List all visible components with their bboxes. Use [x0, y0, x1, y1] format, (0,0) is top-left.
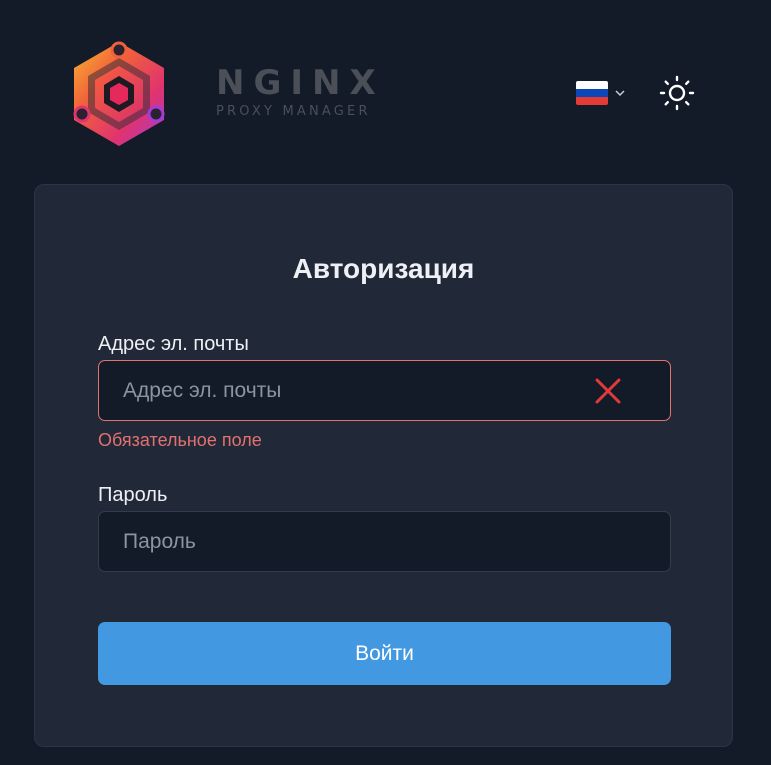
chevron-down-icon — [615, 90, 625, 97]
password-field-wrapper — [98, 511, 671, 572]
email-field-wrapper — [98, 360, 671, 421]
logo-title: NGINX — [216, 63, 385, 103]
logo: NGINX PROXY MANAGER — [70, 40, 390, 150]
login-title: Авторизация — [292, 253, 475, 284]
nginx-proxy-manager-logo-icon — [73, 41, 165, 146]
password-field[interactable] — [123, 512, 583, 571]
login-card: Авторизация Адрес эл. почты Обязательное… — [34, 184, 733, 747]
sun-icon[interactable] — [658, 74, 696, 112]
email-label: Адрес эл. почты — [98, 333, 249, 355]
language-selector[interactable] — [576, 80, 628, 106]
logo-wordmark: NGINX PROXY MANAGER — [216, 66, 385, 119]
login-page: NGINX PROXY MANAGER Авторизация Адрес эл… — [0, 0, 771, 765]
login-button[interactable]: Войти — [98, 622, 671, 685]
password-label: Пароль — [98, 484, 168, 506]
russia-flag-icon — [576, 81, 608, 105]
logo-subtitle: PROXY MANAGER — [216, 104, 371, 119]
email-field[interactable] — [123, 361, 583, 420]
email-error-message: Обязательное поле — [98, 430, 262, 450]
invalid-x-icon — [595, 378, 621, 404]
